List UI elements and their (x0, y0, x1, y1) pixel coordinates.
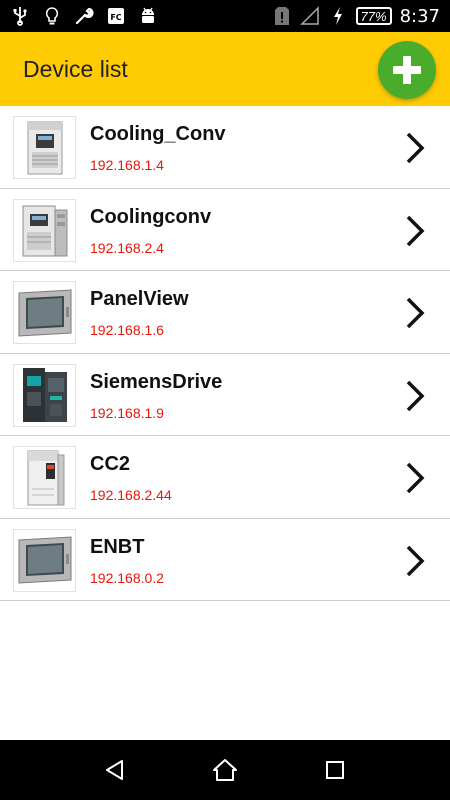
status-bar: FC 77% 8:37 (0, 0, 450, 32)
cabinet-drive-image (13, 446, 76, 509)
app-bar: Device list (0, 32, 450, 106)
usb-icon (10, 6, 30, 26)
device-ip: 192.168.1.9 (90, 404, 164, 421)
charging-icon (328, 6, 348, 26)
status-right-icons: 77% 8:37 (272, 6, 440, 27)
chevron-right-icon (406, 545, 425, 576)
device-row[interactable]: CC2 192.168.2.44 (0, 436, 450, 519)
navigation-bar (0, 740, 450, 800)
chevron-right-icon (406, 215, 425, 246)
device-name: Cooling_Conv (90, 123, 226, 145)
wrench-icon (74, 6, 94, 26)
device-row[interactable]: Coolingconv 192.168.2.4 (0, 189, 450, 271)
device-ip: 192.168.0.2 (90, 569, 164, 586)
add-device-button[interactable] (378, 41, 436, 99)
chevron-right-icon (406, 297, 425, 329)
device-name: Coolingconv (90, 205, 212, 228)
device-name: ENBT (90, 535, 145, 558)
device-row[interactable]: PanelView 192.168.1.6 (0, 271, 450, 354)
chevron-right-icon (406, 380, 425, 411)
status-time: 8:37 (399, 5, 440, 27)
signal-icon (299, 6, 320, 26)
device-name: CC2 (90, 453, 131, 475)
nav-home-button[interactable] (205, 750, 245, 790)
status-left-icons: FC (10, 6, 158, 26)
device-ip: 192.168.2.44 (90, 487, 172, 503)
device-name: PanelView (90, 288, 189, 310)
device-ip: 192.168.1.6 (90, 322, 164, 338)
drive-unit-image (13, 198, 76, 262)
drive-unit-image (13, 116, 76, 179)
device-row[interactable]: ENBT 192.168.0.2 (0, 519, 450, 601)
sim-alert-icon (272, 6, 292, 26)
page-title: Device list (23, 55, 128, 82)
chevron-right-icon (406, 132, 425, 164)
device-list: Cooling_Conv 192.168.1.4 Coolingconv 192… (0, 106, 450, 601)
lightbulb-icon (42, 6, 62, 26)
svg-text:FC: FC (110, 13, 121, 22)
chevron-right-icon (406, 462, 425, 494)
nav-back-button[interactable] (95, 750, 135, 790)
home-icon (213, 759, 237, 781)
back-icon (106, 760, 123, 780)
device-row[interactable]: SiemensDrive 192.168.1.9 (0, 354, 450, 436)
battery-indicator: 77% (355, 7, 392, 25)
app-screen: FC 77% 8:37 Device list Cooling_Conv 192… (0, 0, 450, 800)
device-row[interactable]: Cooling_Conv 192.168.1.4 (0, 106, 450, 189)
siemens-drive-image (13, 363, 76, 427)
nav-recents-button[interactable] (315, 750, 355, 790)
plus-icon (393, 56, 421, 84)
hmi-panel-image (13, 528, 76, 592)
fc-icon: FC (106, 6, 126, 26)
device-ip: 192.168.1.4 (90, 157, 164, 173)
android-icon (138, 6, 158, 26)
hmi-panel-image (13, 281, 76, 344)
recents-icon (326, 761, 344, 779)
device-ip: 192.168.2.4 (90, 239, 164, 256)
device-name: SiemensDrive (90, 370, 223, 393)
